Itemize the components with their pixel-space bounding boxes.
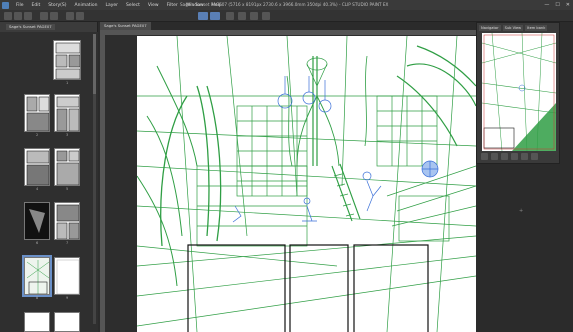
undo-icon[interactable] — [40, 12, 48, 20]
page-thumbnail-6[interactable] — [24, 202, 50, 240]
page-number-9: 9 — [66, 296, 69, 300]
rotate-right-icon[interactable] — [521, 152, 528, 160]
tab-navigator[interactable]: Navigator — [479, 25, 501, 31]
menu-select[interactable]: Select — [122, 3, 144, 8]
document-tab[interactable]: Sage's Sunset PAGE07 — [100, 22, 151, 30]
page-number-5: 5 — [66, 187, 69, 191]
crosshair-cursor-icon: + — [519, 208, 524, 214]
navigator-tabs: Navigator Sub View Item bank — [479, 25, 548, 31]
page-thumbnail-5[interactable] — [54, 148, 80, 186]
menu-file[interactable]: File — [12, 3, 28, 8]
open-file-icon[interactable] — [14, 12, 22, 20]
window-title: Sage's Sunset PAGE07 (5716 x 8191px 2730… — [180, 2, 389, 7]
command-bar — [0, 10, 573, 22]
hand-icon[interactable] — [250, 12, 258, 20]
panel-gutter — [560, 22, 573, 164]
page-art-9 — [56, 259, 79, 294]
page-thumbnail-1[interactable] — [53, 40, 81, 80]
page-manager-scrollbar[interactable] — [93, 34, 96, 324]
scrollbar-thumb[interactable] — [93, 34, 96, 94]
snap-special-icon[interactable] — [226, 12, 234, 20]
page-number-1: 1 — [66, 81, 69, 85]
transform-icon[interactable] — [238, 12, 246, 20]
page-number-2: 2 — [36, 133, 39, 137]
navigator-panel: Navigator Sub View Item bank — [476, 22, 560, 164]
menu-filter[interactable]: Filter — [163, 3, 182, 8]
fill-icon[interactable] — [76, 12, 84, 20]
menu-view[interactable]: View — [144, 3, 163, 8]
page-art-3 — [56, 96, 79, 131]
tab-sub-view[interactable]: Sub View — [502, 25, 524, 31]
menu-story[interactable]: Story(S) — [44, 3, 70, 8]
tab-item-bank[interactable]: Item bank — [525, 25, 548, 31]
horizontal-ruler — [100, 30, 476, 35]
navigator-controls — [481, 151, 557, 161]
page-thumbnail-11[interactable] — [54, 312, 80, 332]
drawing-page[interactable] — [137, 36, 476, 332]
page-art-8 — [26, 260, 49, 294]
fit-icon[interactable] — [501, 152, 508, 160]
navigator-preview-art — [482, 33, 556, 151]
menu-layer[interactable]: Layer — [101, 3, 122, 8]
page-art-2 — [26, 96, 49, 131]
sketch-artwork — [137, 36, 476, 332]
snap-ruler-icon[interactable] — [198, 12, 208, 20]
page-number-6: 6 — [36, 241, 39, 245]
page-art-1 — [55, 42, 80, 79]
page-number-7: 7 — [66, 241, 69, 245]
page-number-3: 3 — [66, 133, 69, 137]
save-icon[interactable] — [24, 12, 32, 20]
zoom-out-icon[interactable] — [491, 152, 498, 160]
flip-icon[interactable] — [531, 152, 538, 160]
page-manager-tab[interactable]: Sage's Sunset PAGE07 — [6, 24, 55, 30]
close-button[interactable]: ✕ — [566, 2, 570, 8]
navigator-preview[interactable] — [482, 33, 556, 151]
zoom-in-icon[interactable] — [481, 152, 488, 160]
minimize-button[interactable]: — — [544, 2, 549, 8]
page-thumbnail-2[interactable] — [24, 94, 50, 132]
vertical-ruler — [100, 35, 105, 332]
new-file-icon[interactable] — [4, 12, 12, 20]
menu-edit[interactable]: Edit — [28, 3, 45, 8]
page-thumbnail-4[interactable] — [24, 148, 50, 186]
maximize-button[interactable]: ☐ — [555, 2, 559, 8]
page-manager-panel: Sage's Sunset PAGE07 1 2 3 4 5 6 7 8 9 — [0, 22, 98, 332]
page-number-4: 4 — [36, 187, 39, 191]
page-thumbnail-8[interactable] — [22, 255, 52, 297]
page-thumbnail-3[interactable] — [54, 94, 80, 132]
page-art-7 — [56, 204, 79, 239]
page-thumbnail-strip: 1 2 3 4 5 6 7 8 9 — [0, 32, 98, 332]
page-thumbnail-7[interactable] — [54, 202, 80, 240]
redo-icon[interactable] — [50, 12, 58, 20]
window-controls: — ☐ ✕ — [544, 2, 570, 8]
menu-animation[interactable]: Animation — [71, 3, 102, 8]
page-art-4 — [26, 150, 49, 185]
app-logo-icon — [2, 1, 9, 9]
page-number-8: 8 — [36, 296, 39, 300]
rotate-left-icon[interactable] — [511, 152, 518, 160]
page-art-6 — [25, 203, 49, 239]
empty-dock-area — [476, 164, 573, 332]
page-thumbnail-9[interactable] — [54, 257, 80, 295]
page-art-5 — [56, 150, 79, 185]
menu-bar: File Edit Story(S) Animation Layer Selec… — [0, 0, 573, 10]
clear-icon[interactable] — [66, 12, 74, 20]
rotate-icon[interactable] — [262, 12, 270, 20]
snap-grid-icon[interactable] — [210, 12, 220, 20]
page-thumbnail-10[interactable] — [24, 312, 50, 332]
